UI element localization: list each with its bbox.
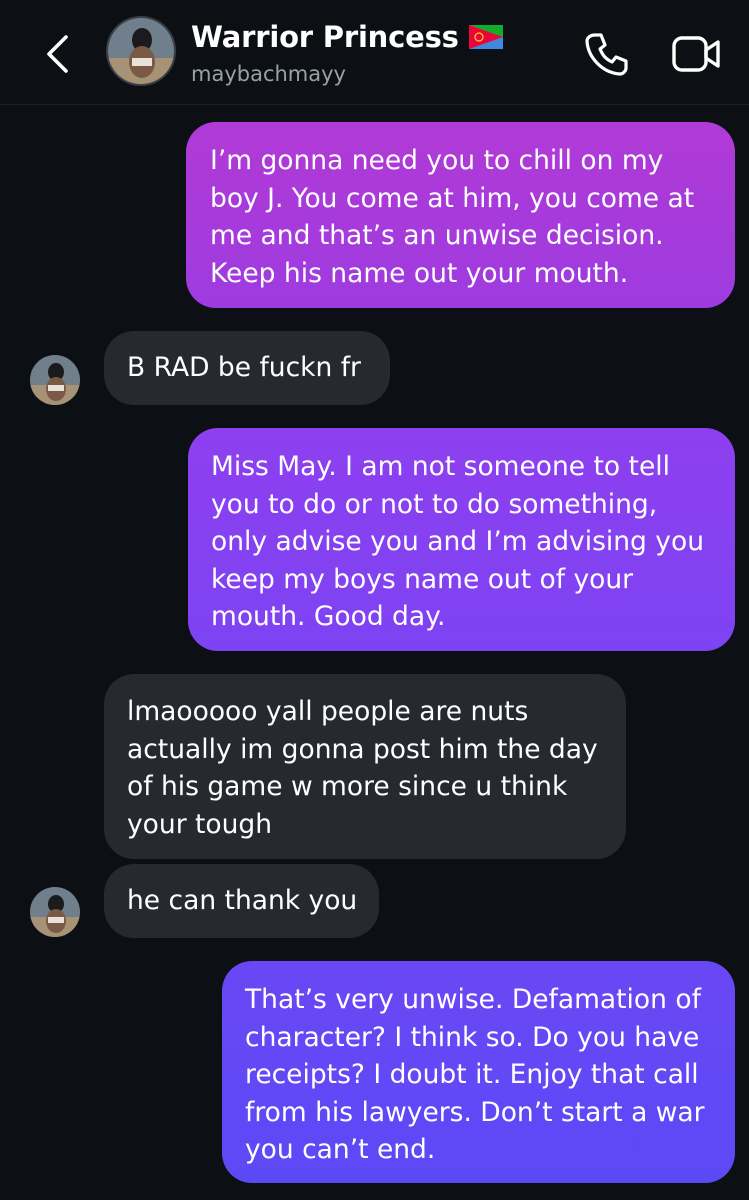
video-call-button[interactable]: [670, 32, 724, 76]
sender-avatar[interactable]: [30, 887, 80, 937]
chevron-left-icon: [47, 35, 68, 73]
message-incoming[interactable]: he can thank you: [104, 864, 379, 938]
phone-icon: [585, 33, 628, 76]
message-outgoing[interactable]: That’s very unwise. Defamation of charac…: [222, 961, 735, 1183]
contact-avatar[interactable]: [106, 16, 176, 86]
message-incoming[interactable]: lmaooooo yall people are nuts actually i…: [104, 674, 626, 859]
video-camera-icon: [672, 36, 720, 72]
message-outgoing[interactable]: I’m gonna need you to chill on my boy J.…: [186, 122, 735, 308]
contact-username[interactable]: maybachmayy: [191, 62, 346, 86]
eritrea-flag-icon: [468, 25, 503, 49]
sender-avatar[interactable]: [30, 355, 80, 405]
back-button[interactable]: [40, 32, 76, 76]
message-incoming[interactable]: B RAD be fuckn fr: [104, 331, 390, 405]
audio-call-button[interactable]: [582, 30, 630, 78]
contact-name[interactable]: Warrior Princess: [191, 20, 459, 54]
message-outgoing[interactable]: Miss May. I am not someone to tell you t…: [188, 428, 735, 651]
chat-header: Warrior Princess maybachmayy: [0, 0, 749, 105]
